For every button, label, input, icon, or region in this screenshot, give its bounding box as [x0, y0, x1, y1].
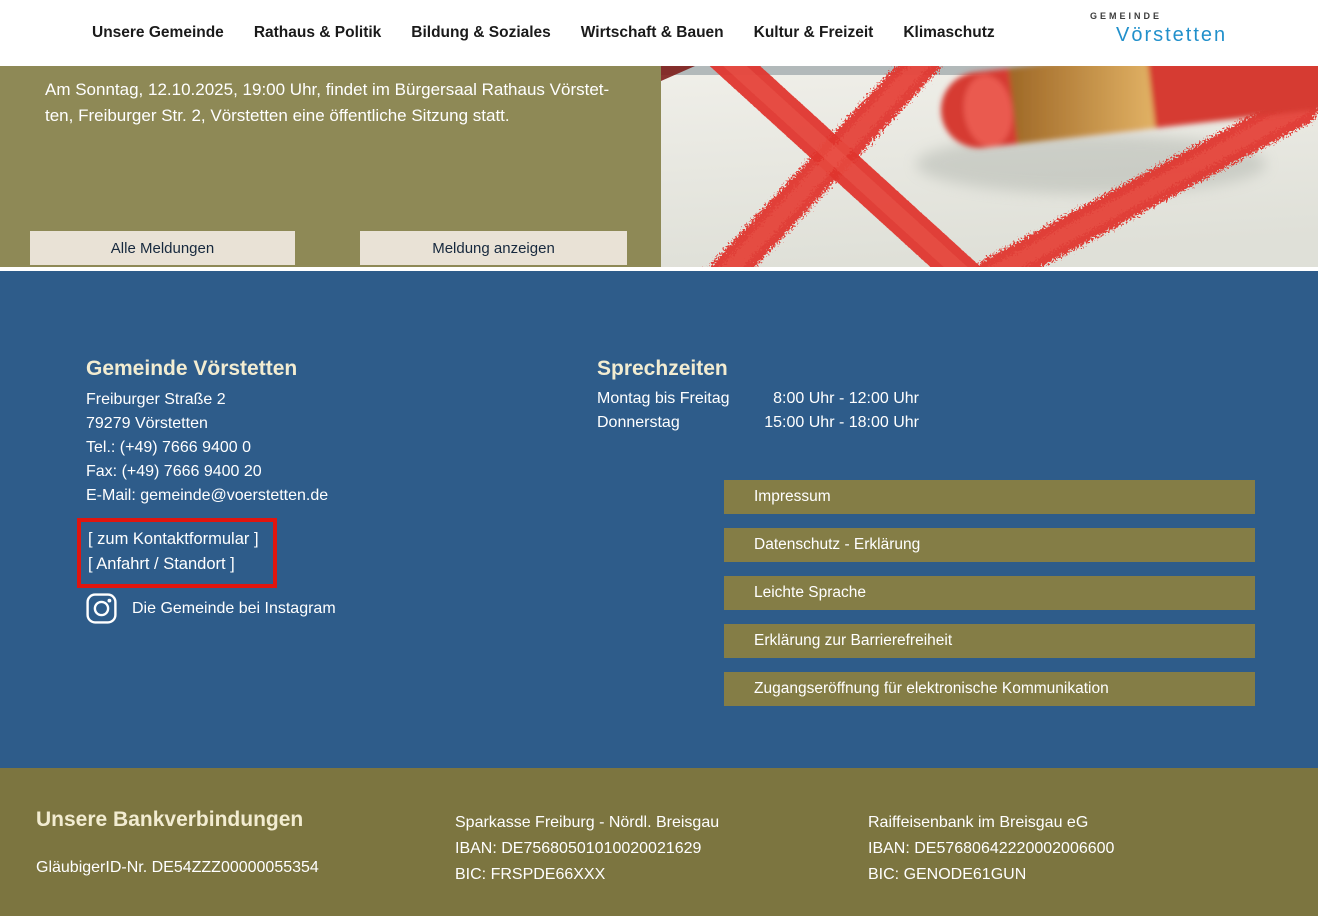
zugangseroeffnung-link[interactable]: Zugangseröffnung für elektronische Kommu… — [724, 672, 1255, 706]
top-navigation: Unsere Gemeinde Rathaus & Politik Bildun… — [0, 0, 1318, 66]
directions-link[interactable]: [ Anfahrt / Standort ] — [88, 552, 263, 577]
annotation-highlight-box: [ zum Kontaktformular ] [ Anfahrt / Stan… — [77, 518, 277, 588]
election-cross-photo — [661, 66, 1318, 267]
impressum-link[interactable]: Impressum — [724, 480, 1255, 514]
bank-bic: BIC: FRSPDE66XXX — [455, 862, 719, 888]
nav-item-klimaschutz[interactable]: Klimaschutz — [903, 24, 994, 42]
bank-name: Raiffeisenbank im Breisgau eG — [868, 810, 1114, 836]
bank-iban: IBAN: DE57680642220002006600 — [868, 836, 1114, 862]
office-hours-day: Donnerstag — [597, 411, 747, 435]
show-news-button[interactable]: Meldung anzeigen — [360, 231, 627, 265]
instagram-label: Die Gemeinde bei Instagram — [132, 600, 336, 618]
nav-item-wirtschaft-bauen[interactable]: Wirtschaft & Bauen — [581, 24, 724, 42]
contact-city: 79279 Vörstetten — [86, 412, 328, 436]
instagram-link[interactable]: Die Gemeinde bei Instagram — [86, 593, 336, 624]
contact-heading: Gemeinde Vörstetten — [86, 357, 328, 381]
contact-phone: Tel.: (+49) 7666 9400 0 — [86, 436, 328, 460]
contact-fax: Fax: (+49) 7666 9400 20 — [86, 460, 328, 484]
legal-links-list: Impressum Datenschutz - Erklärung Leicht… — [724, 480, 1255, 720]
bank-iban: IBAN: DE75680501010020021629 — [455, 836, 719, 862]
meeting-announcement: Am Sonntag, 12.10.2025, 19:00 Uhr, finde… — [0, 66, 661, 129]
page: Unsere Gemeinde Rathaus & Politik Bildun… — [0, 0, 1318, 916]
bank-raiffeisen-block: Raiffeisenbank im Breisgau eG IBAN: DE57… — [868, 810, 1114, 888]
creditor-id: GläubigerID-Nr. DE54ZZZ00000055354 — [36, 859, 319, 877]
datenschutz-link[interactable]: Datenschutz - Erklärung — [724, 528, 1255, 562]
nav-item-bildung-soziales[interactable]: Bildung & Soziales — [411, 24, 551, 42]
news-teaser-text-panel: Am Sonntag, 12.10.2025, 19:00 Uhr, finde… — [0, 66, 661, 267]
logo-kicker: GEMEINDE — [1090, 11, 1238, 21]
nav-item-rathaus-politik[interactable]: Rathaus & Politik — [254, 24, 381, 42]
instagram-icon — [86, 593, 117, 624]
office-hours-day: Montag bis Freitag — [597, 387, 747, 411]
contact-block: Gemeinde Vörstetten Freiburger Straße 2 … — [86, 357, 328, 508]
barrierefreiheit-link[interactable]: Erklärung zur Barrierefreiheit — [724, 624, 1255, 658]
nav-item-unsere-gemeinde[interactable]: Unsere Gemeinde — [92, 24, 224, 42]
office-hours-block: Sprechzeiten Montag bis Freitag 8:00 Uhr… — [597, 357, 919, 435]
contact-form-link[interactable]: [ zum Kontaktformular ] — [88, 527, 263, 552]
office-hours-heading: Sprechzeiten — [597, 357, 919, 381]
election-cross-illustration — [661, 66, 1318, 267]
contact-email[interactable]: E-Mail: gemeinde@voerstetten.de — [86, 484, 328, 508]
bank-sparkasse-block: Sparkasse Freiburg - Nördl. Breisgau IBA… — [455, 810, 719, 888]
news-teaser: Am Sonntag, 12.10.2025, 19:00 Uhr, finde… — [0, 66, 1318, 267]
footer-contact-section: Gemeinde Vörstetten Freiburger Straße 2 … — [0, 271, 1318, 768]
bank-heading: Unsere Bankverbindungen — [36, 808, 303, 832]
all-news-button[interactable]: Alle Meldungen — [30, 231, 295, 265]
bank-name: Sparkasse Freiburg - Nördl. Breisgau — [455, 810, 719, 836]
contact-street: Freiburger Straße 2 — [86, 388, 328, 412]
office-hours-time: 8:00 Uhr - 12:00 Uhr — [747, 387, 919, 411]
main-menu: Unsere Gemeinde Rathaus & Politik Bildun… — [92, 0, 995, 66]
office-hours-time: 15:00 Uhr - 18:00 Uhr — [747, 411, 919, 435]
leichte-sprache-link[interactable]: Leichte Sprache — [724, 576, 1255, 610]
logo-name: Vörstetten — [1116, 24, 1238, 47]
bank-bic: BIC: GENODE61GUN — [868, 862, 1114, 888]
footer-bank-section: Unsere Bankverbindungen GläubigerID-Nr. … — [0, 768, 1318, 916]
site-logo[interactable]: GEMEINDE Vörstetten — [1088, 11, 1238, 47]
nav-item-kultur-freizeit[interactable]: Kultur & Freizeit — [754, 24, 874, 42]
